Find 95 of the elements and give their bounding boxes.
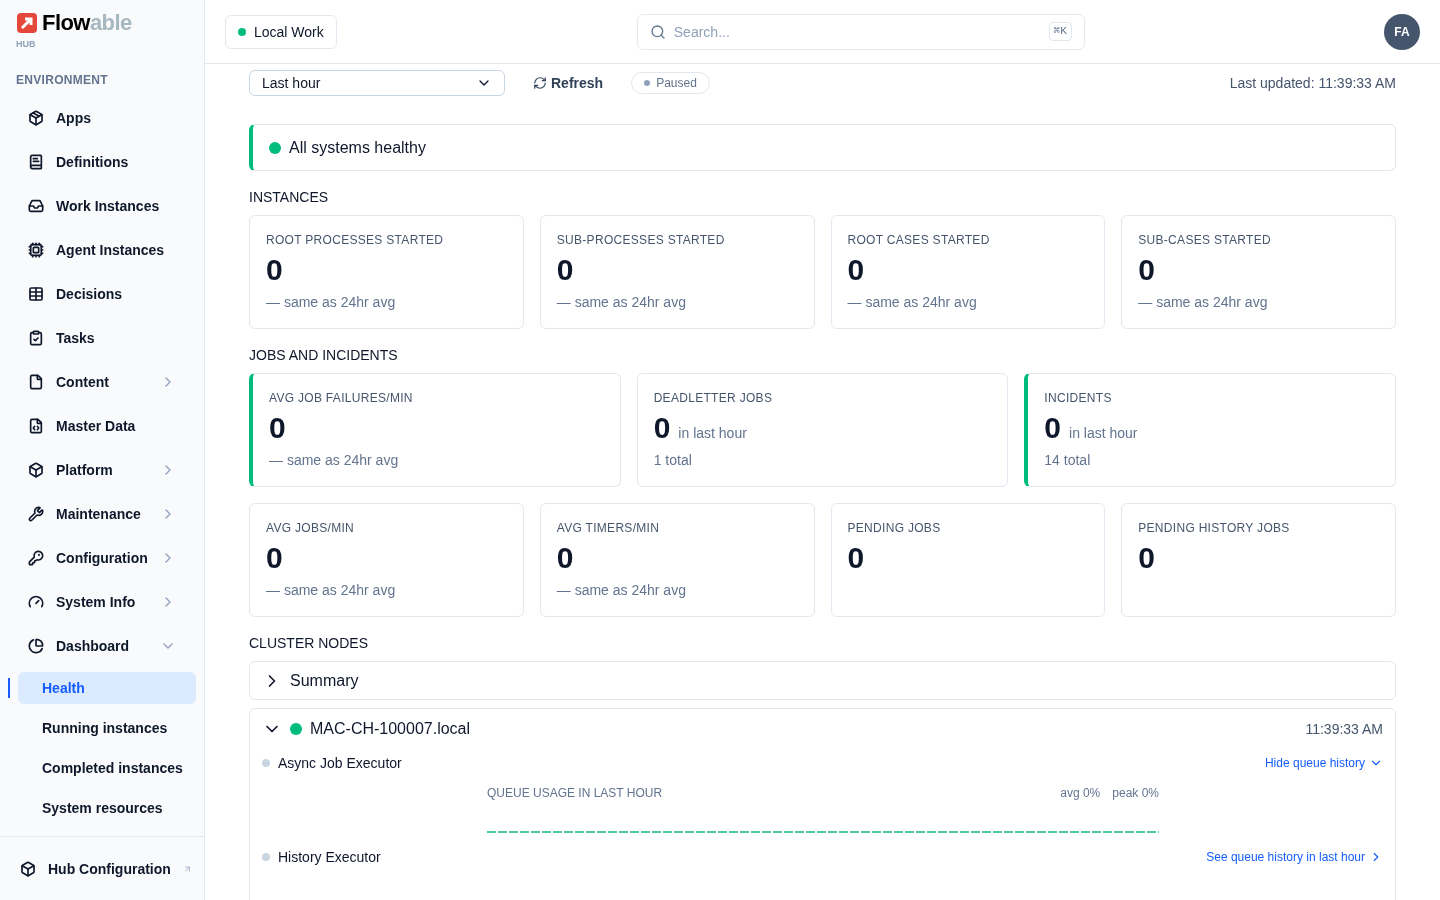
metric-value: 0 — [847, 540, 865, 576]
user-avatar[interactable]: FA — [1384, 13, 1420, 50]
time-range-select[interactable]: Last hour — [249, 70, 505, 96]
metric-note: — same as 24hr avg — [266, 293, 397, 312]
metric-label: INCIDENTS — [1044, 390, 1113, 406]
sidebar-item[interactable]: Decisions — [12, 271, 192, 316]
refresh-icon — [533, 76, 547, 90]
cube-icon — [28, 461, 44, 478]
metric-value: 0 — [556, 252, 574, 288]
package-icon — [28, 109, 44, 126]
wrench-icon — [28, 505, 44, 522]
gauge-icon — [28, 593, 44, 610]
table-icon — [28, 285, 44, 302]
peak-usage: peak 0% — [1112, 785, 1159, 801]
metric-note: — same as 24hr avg — [269, 451, 400, 470]
queue-history-link[interactable]: See queue history in last hour — [1206, 849, 1383, 865]
sidebar-item[interactable]: Configuration — [12, 535, 192, 580]
metric-label: SUB-PROCESSES STARTED — [556, 232, 726, 248]
node-name: MAC-CH-100007.local — [310, 719, 471, 739]
metric-label: ROOT CASES STARTED — [847, 232, 991, 248]
sidebar-item[interactable]: Agent Instances — [12, 227, 192, 272]
shortcut-hint: ⌘K — [1048, 22, 1072, 41]
sidebar-item[interactable]: Work Instances — [12, 183, 192, 228]
summary-row[interactable]: Summary — [249, 661, 1396, 700]
metric-label: PENDING JOBS — [847, 520, 942, 536]
last-updated-text: Last updated: 11:39:33 AM — [1229, 74, 1396, 93]
metric-value: 0 — [269, 410, 286, 446]
metric-label: PENDING HISTORY JOBS — [1138, 520, 1291, 536]
metric-note: — same as 24hr avg — [266, 581, 397, 600]
brand-name: Flowable — [42, 12, 132, 34]
metric-label: AVG TIMERS/MIN — [556, 520, 661, 536]
metric-label: DEADLETTER JOBS — [653, 390, 774, 406]
sidebar-subitem[interactable]: Completed instances — [18, 751, 196, 784]
metric-note: — same as 24hr avg — [556, 293, 687, 312]
section-title: CLUSTER NODES — [249, 634, 370, 653]
metric-note: — same as 24hr avg — [847, 293, 978, 312]
sidebar-item[interactable]: Dashboard — [12, 623, 192, 668]
file-icon — [28, 373, 44, 390]
inbox-icon — [28, 197, 44, 214]
metric-value: 0 — [1044, 410, 1061, 446]
clipboard-icon — [28, 329, 44, 346]
metric-label: AVG JOB FAILURES/MIN — [269, 390, 414, 406]
metric-suffix: in last hour — [678, 424, 747, 443]
metric-label: ROOT PROCESSES STARTED — [266, 232, 445, 248]
search-icon — [649, 23, 666, 40]
metric-value: 0 — [266, 540, 283, 576]
health-banner: All systems healthy — [249, 124, 1396, 171]
metric-label: AVG JOBS/MIN — [266, 520, 356, 536]
pie-chart-icon — [28, 637, 44, 654]
sidebar-item[interactable]: System Info — [12, 579, 192, 624]
sidebar-item[interactable]: Definitions — [12, 139, 192, 184]
brand-subtitle: HUB — [16, 38, 37, 51]
logo-icon — [16, 12, 38, 34]
metric-value: 0 — [266, 252, 283, 288]
metric-value: 0 — [1138, 252, 1155, 288]
executor-name: History Executor — [278, 848, 381, 867]
sidebar-item[interactable]: Platform — [12, 447, 192, 492]
metric-value: 0 — [653, 410, 671, 446]
code-file-icon — [28, 417, 44, 434]
metric-note: 14 total — [1044, 451, 1092, 470]
sidebar-item[interactable]: Master Data — [12, 403, 192, 448]
search-field[interactable]: Search... ⌘K — [636, 13, 1085, 50]
chip-icon — [28, 241, 44, 258]
section-title: INSTANCES — [249, 188, 330, 207]
search-input[interactable]: Search... — [673, 21, 1041, 42]
metric-value: 0 — [1138, 540, 1155, 576]
metric-value: 0 — [556, 540, 574, 576]
section-heading: ENVIRONMENT — [15, 71, 109, 88]
cube-icon — [20, 860, 36, 877]
avg-usage: avg 0% — [1060, 785, 1101, 801]
metric-note: 1 total — [653, 451, 693, 470]
metric-note: — same as 24hr avg — [1138, 293, 1269, 312]
sidebar-item[interactable]: Maintenance — [12, 491, 192, 536]
hub-configuration-link[interactable]: Hub Configuration — [48, 858, 171, 879]
book-icon — [28, 153, 44, 170]
metric-note: — same as 24hr avg — [556, 581, 687, 600]
metric-value: 0 — [847, 252, 865, 288]
chart-title: QUEUE USAGE IN LAST HOUR — [487, 785, 663, 801]
sidebar-item[interactable]: Tasks — [12, 315, 192, 360]
sidebar-item[interactable]: Apps — [12, 95, 192, 140]
metric-label: SUB-CASES STARTED — [1138, 232, 1272, 248]
metric-suffix: in last hour — [1069, 424, 1138, 443]
executor-name: Async Job Executor — [278, 754, 402, 773]
sidebar-subitem[interactable]: Health — [18, 671, 196, 704]
bullet-icon — [262, 759, 270, 767]
sidebar-subitem[interactable]: System resources — [18, 791, 196, 824]
node-time: 11:39:33 AM — [1305, 720, 1383, 739]
sidebar-subitem[interactable]: Running instances — [18, 711, 196, 744]
bullet-icon — [262, 853, 270, 861]
workspace-selector[interactable]: Local Work — [225, 14, 337, 49]
refresh-button[interactable]: Refresh — [533, 73, 604, 93]
key-icon — [28, 549, 44, 566]
queue-history-link[interactable]: Hide queue history — [1264, 755, 1383, 771]
sidebar-item[interactable]: Content — [12, 359, 192, 404]
section-title: JOBS AND INCIDENTS — [249, 346, 399, 365]
